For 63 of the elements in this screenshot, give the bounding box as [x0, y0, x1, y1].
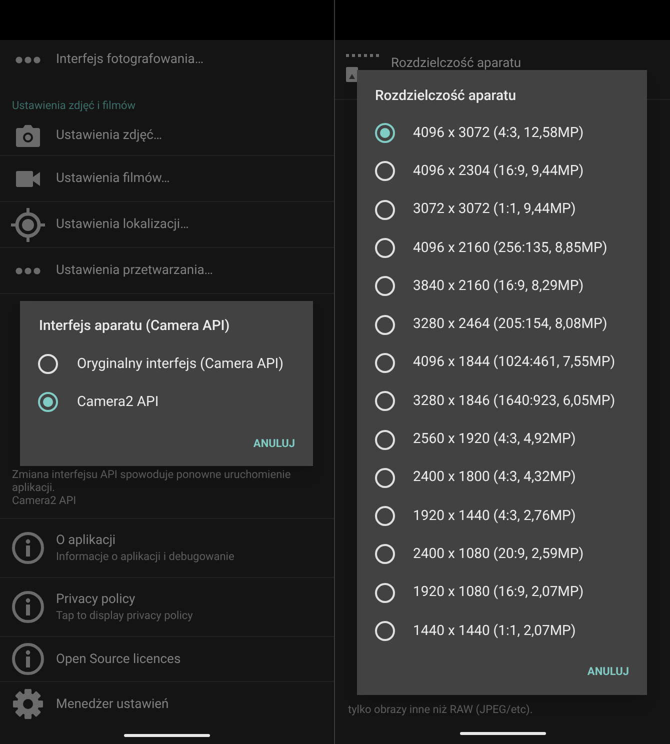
- radio-button[interactable]: [375, 352, 395, 373]
- option-label[interactable]: 4096 x 3072 (4:3, 12,58MP): [413, 122, 584, 144]
- dialog-title: Rozdzielczość aparatu: [374, 87, 517, 106]
- radio-button[interactable]: [375, 391, 395, 412]
- radio-button[interactable]: [375, 468, 395, 488]
- radio-button[interactable]: [375, 430, 395, 450]
- option-label[interactable]: Camera2 API: [77, 392, 159, 412]
- option-label[interactable]: 4096 x 2304 (16:9, 9,44MP): [413, 160, 584, 182]
- option-label[interactable]: 4096 x 2160 (256:135, 8,85MP): [413, 238, 608, 259]
- setting-subtitle: Tap to display privacy policy: [56, 608, 193, 623]
- home-indicator[interactable]: [124, 734, 210, 736]
- more-icon: [15, 56, 41, 64]
- radio-button[interactable]: [375, 276, 395, 296]
- setting-title[interactable]: Interfejs fotografowania…: [56, 50, 204, 70]
- option-label[interactable]: 3280 x 1846 (1640:923, 6,05MP): [413, 390, 616, 412]
- setting-title[interactable]: Menedżer ustawień: [56, 696, 169, 712]
- setting-subtitle: Informacje o aplikacji i debugowanie: [56, 549, 234, 564]
- setting-note: Zmiana interfejsu API spowoduje ponowne uruchomienie aplikacji.: [12, 468, 292, 494]
- setting-title[interactable]: Ustawienia przetwarzania…: [56, 260, 213, 280]
- radio-button[interactable]: [375, 582, 395, 603]
- radio-button[interactable]: [38, 354, 58, 374]
- info-icon: [12, 643, 44, 675]
- setting-title[interactable]: Ustawienia filmów…: [56, 168, 170, 188]
- option-label[interactable]: 2400 x 1080 (20:9, 2,59MP): [413, 544, 584, 565]
- info-icon: [12, 532, 44, 564]
- option-label[interactable]: 2560 x 1920 (4:3, 4,92MP): [413, 429, 576, 450]
- option-label[interactable]: 4096 x 1844 (1024:461, 7,55MP): [413, 352, 616, 374]
- setting-title[interactable]: Rozdzielczość aparatu: [391, 54, 522, 74]
- more-icon: [15, 266, 41, 274]
- option-label[interactable]: 1440 x 1440 (1:1, 2,07MP): [413, 620, 576, 642]
- section-header: Ustawienia zdjęć i filmów: [12, 98, 136, 114]
- setting-title[interactable]: Ustawienia zdjęć…: [56, 126, 162, 146]
- setting-title[interactable]: Open Source licences: [56, 650, 181, 668]
- radio-button[interactable]: [375, 621, 395, 641]
- cancel-button[interactable]: ANULUJ: [253, 436, 295, 452]
- radio-button[interactable]: [375, 161, 395, 182]
- option-label[interactable]: 1920 x 1440 (4:3, 2,76MP): [413, 506, 576, 527]
- radio-button[interactable]: [375, 238, 395, 258]
- radio-button[interactable]: [38, 392, 58, 412]
- cancel-button[interactable]: ANULUJ: [587, 664, 629, 680]
- option-label[interactable]: 3072 x 3072 (1:1, 9,44MP): [413, 199, 576, 220]
- setting-value: Camera2 API: [12, 494, 78, 508]
- camera-icon: [16, 124, 40, 146]
- option-label[interactable]: 1920 x 1080 (16:9, 2,07MP): [413, 582, 584, 604]
- radio-button[interactable]: [375, 200, 395, 220]
- option-label[interactable]: 3840 x 2160 (16:9, 8,29MP): [413, 276, 584, 297]
- setting-title[interactable]: Privacy policy: [56, 591, 193, 608]
- video-camera-icon: [16, 170, 40, 186]
- radio-button[interactable]: [375, 314, 395, 335]
- option-label[interactable]: 3280 x 2464 (205:154, 8,08MP): [413, 314, 608, 336]
- info-icon: [12, 591, 44, 623]
- radio-button[interactable]: [375, 506, 395, 526]
- home-indicator[interactable]: [460, 732, 546, 734]
- setting-note: tylko obrazy inne niż RAW (JPEG/etc).: [347, 702, 534, 718]
- settings-icon: [12, 688, 44, 720]
- option-label[interactable]: 2400 x 1800 (4:3, 4,32MP): [413, 467, 576, 488]
- radio-button[interactable]: [375, 544, 395, 564]
- dialog-title: Interfejs aparatu (Camera API): [38, 317, 231, 336]
- option-label[interactable]: Oryginalny interfejs (Camera API): [77, 354, 284, 374]
- location-icon: [11, 208, 45, 242]
- setting-title[interactable]: Ustawienia lokalizacji…: [56, 214, 189, 234]
- radio-button[interactable]: [375, 123, 395, 144]
- setting-title[interactable]: O aplikacji: [56, 532, 234, 549]
